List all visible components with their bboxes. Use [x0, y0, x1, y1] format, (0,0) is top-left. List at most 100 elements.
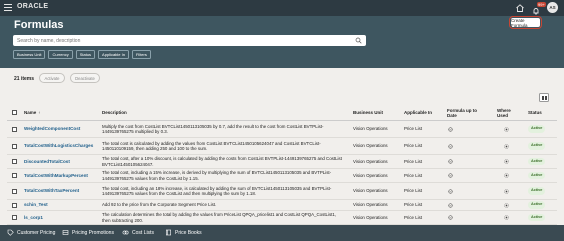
applicable-in-value: Price List: [404, 143, 423, 149]
tag-icon: [7, 229, 14, 236]
column-where-used[interactable]: Where Used: [497, 104, 517, 121]
formula-description: The total cost, including an 18% increas…: [102, 185, 332, 196]
where-used-icon[interactable]: [504, 202, 509, 208]
home-icon[interactable]: [515, 3, 525, 13]
formula-description: The total cost is calculated by adding t…: [102, 140, 321, 151]
menu-icon[interactable]: [4, 4, 12, 11]
row-checkbox[interactable]: [12, 126, 17, 132]
nav-label: Customer Pricing: [17, 229, 56, 236]
row-checkbox[interactable]: [12, 202, 17, 208]
notification-count-badge: 99+: [537, 1, 546, 7]
formula-name-link[interactable]: DiscountedTotalCost: [24, 155, 70, 168]
select-all-checkbox[interactable]: [12, 110, 17, 115]
row-checkbox[interactable]: [12, 159, 17, 164]
check-circle-icon: [448, 188, 453, 194]
formula-description: The total cost, after a 10% discount, is…: [102, 156, 342, 167]
page-title: Formulas: [14, 19, 64, 31]
status-badge: Active: [528, 201, 546, 209]
nav-customer-pricing[interactable]: Customer Pricing: [7, 229, 55, 236]
formula-name-link[interactable]: TotalCostWithMarkupPercent: [24, 169, 88, 182]
search-bar[interactable]: [13, 35, 366, 46]
filter-more[interactable]: Filters: [131, 50, 151, 59]
column-applicable-in[interactable]: Applicable In: [404, 104, 434, 121]
business-unit-value: Vision Operations: [353, 202, 388, 208]
filter-currency[interactable]: Currency: [48, 50, 73, 59]
deactivate-button[interactable]: Deactivate: [70, 73, 100, 83]
formula-name-link[interactable]: ls_corp1: [24, 211, 43, 224]
applicable-in-value: Price List: [404, 172, 423, 178]
where-used-icon[interactable]: [504, 143, 509, 149]
status-badge: Active: [528, 187, 546, 195]
filter-applicable-in[interactable]: Applicable In: [98, 50, 129, 59]
filter-chips: Business Unit Currency Status Applicable…: [13, 50, 151, 59]
item-count: 21 items: [14, 76, 35, 82]
row-checkbox[interactable]: [12, 173, 17, 178]
check-circle-icon: [448, 173, 453, 178]
business-unit-value: Vision Operations: [353, 158, 388, 164]
check-circle-icon: [448, 143, 453, 149]
filter-status[interactable]: Status: [75, 50, 96, 59]
nav-label: Cost Lists: [132, 229, 154, 236]
bottom-nav: Customer Pricing Pricing Promotions Cost…: [0, 225, 564, 241]
where-used-icon[interactable]: [504, 159, 509, 164]
where-used-icon[interactable]: [504, 173, 509, 178]
book-icon: [165, 229, 172, 236]
table-row[interactable]: DiscountedTotalCost The total cost, after…: [7, 155, 557, 169]
search-input[interactable]: [17, 37, 347, 44]
oracle-logo: ORACLE: [17, 3, 49, 10]
cost-list-icon: [122, 230, 129, 235]
business-unit-value: Vision Operations: [353, 126, 388, 132]
formula-description: Multiply the cost from CostList BVTCList…: [102, 123, 324, 134]
status-badge: Active: [528, 125, 546, 133]
column-business-unit[interactable]: Business Unit: [353, 104, 383, 121]
where-used-icon[interactable]: [504, 215, 509, 220]
table-row[interactable]: TotalCostWithTaxPercent The total cost, i…: [7, 183, 557, 200]
create-formula-button[interactable]: Create Formula: [508, 15, 543, 30]
column-view-toggle-icon[interactable]: [539, 93, 549, 102]
table-row[interactable]: schin_Test Add 92 to the price from the C…: [7, 200, 557, 211]
column-status[interactable]: Status: [528, 104, 542, 121]
where-used-icon[interactable]: [504, 188, 509, 194]
notifications-bell-icon[interactable]: 99+: [531, 1, 546, 14]
status-badge: Active: [528, 171, 546, 180]
activate-button[interactable]: Activate: [39, 73, 65, 83]
formula-name-link[interactable]: WeightedComponentCost: [24, 121, 80, 137]
check-circle-icon: [448, 159, 453, 164]
column-name[interactable]: Name ↑: [24, 104, 40, 121]
column-up-to-date[interactable]: Formula up to Date: [447, 104, 479, 121]
applicable-in-value: Price List: [404, 214, 423, 220]
check-circle-icon: [448, 126, 453, 132]
sort-icon[interactable]: ↑: [38, 110, 40, 115]
formula-description: The calculation determines the total by …: [102, 212, 337, 223]
applicable-in-value: Price List: [404, 126, 423, 132]
status-badge: Active: [528, 142, 546, 150]
table-row[interactable]: WeightedComponentCost Multiply the cost f…: [7, 121, 557, 138]
check-circle-icon: [448, 202, 453, 208]
business-unit-value: Vision Operations: [353, 143, 388, 149]
row-checkbox[interactable]: [12, 188, 17, 194]
formula-name-link[interactable]: TotalCostWithLogisticsCharges: [24, 138, 93, 154]
table-row[interactable]: ls_corp1 The calculation determines the t…: [7, 211, 557, 225]
column-description[interactable]: Description: [102, 104, 127, 121]
formula-name-link[interactable]: TotalCostWithTaxPercent: [24, 183, 79, 199]
row-checkbox[interactable]: [12, 215, 17, 220]
formulas-table: Name ↑ Description Business Unit Applicab…: [7, 104, 557, 225]
status-badge: Active: [528, 213, 546, 222]
user-avatar[interactable]: AS: [547, 2, 558, 13]
nav-label: Price Books: [175, 229, 202, 236]
business-unit-value: Vision Operations: [353, 172, 388, 178]
formula-name-link[interactable]: schin_Test: [24, 200, 48, 210]
top-bar: ORACLE 99+ AS: [0, 0, 564, 16]
applicable-in-value: Price List: [404, 158, 423, 164]
table-row[interactable]: TotalCostWithMarkupPercent The total cost…: [7, 169, 557, 183]
table-row[interactable]: TotalCostWithLogisticsCharges The total c…: [7, 138, 557, 155]
filter-business-unit[interactable]: Business Unit: [13, 50, 46, 59]
search-icon[interactable]: [355, 37, 362, 44]
where-used-icon[interactable]: [504, 126, 509, 132]
nav-cost-lists[interactable]: Cost Lists: [122, 229, 154, 236]
formula-description: The total cost, including a 15% increase…: [102, 170, 332, 181]
formula-description: Add 92 to the price from the Corporate S…: [102, 202, 217, 208]
row-checkbox[interactable]: [12, 143, 17, 149]
nav-pricing-promotions[interactable]: Pricing Promotions: [62, 229, 114, 236]
nav-price-books[interactable]: Price Books: [165, 229, 202, 236]
